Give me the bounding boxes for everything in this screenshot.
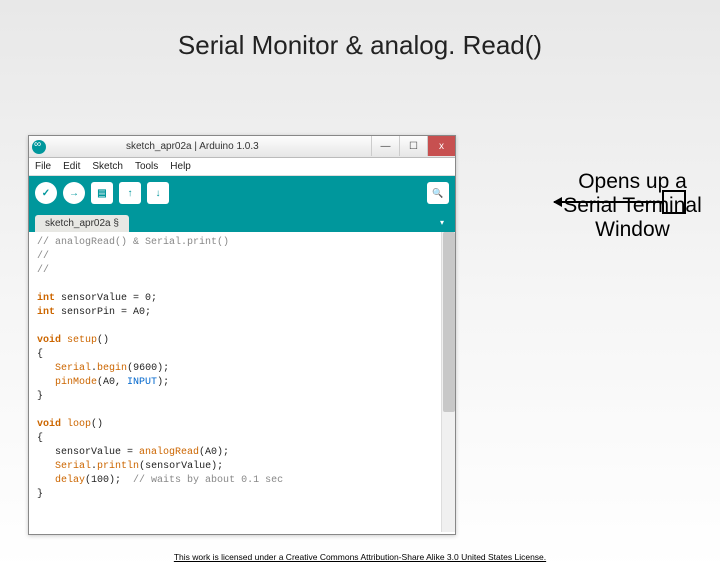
title-bar: sketch_apr02a | Arduino 1.0.3 — ☐ x	[29, 136, 455, 158]
arduino-logo-icon	[32, 140, 46, 154]
magnifier-icon: 🔍	[432, 188, 443, 199]
scroll-thumb[interactable]	[443, 232, 455, 412]
toolbar: ✓ → ▤ ↑ ↓ 🔍	[29, 176, 455, 210]
menu-sketch[interactable]: Sketch	[92, 161, 123, 172]
minimize-button[interactable]: —	[371, 136, 399, 156]
window-title: sketch_apr02a | Arduino 1.0.3	[126, 141, 259, 152]
page-title: Serial Monitor & analog. Read()	[0, 30, 720, 61]
menu-tools[interactable]: Tools	[135, 161, 158, 172]
menu-bar: File Edit Sketch Tools Help	[29, 158, 455, 176]
sketch-tab[interactable]: sketch_apr02a §	[35, 215, 129, 232]
menu-file[interactable]: File	[35, 161, 51, 172]
verify-button[interactable]: ✓	[35, 182, 57, 204]
file-icon: ▤	[97, 188, 106, 199]
serial-monitor-button[interactable]: 🔍	[427, 182, 449, 204]
save-button[interactable]: ↓	[147, 182, 169, 204]
menu-edit[interactable]: Edit	[63, 161, 80, 172]
tab-menu-button[interactable]: ▾	[435, 215, 449, 229]
close-button[interactable]: x	[427, 136, 455, 156]
open-button[interactable]: ↑	[119, 182, 141, 204]
arrow-right-icon: →	[69, 188, 79, 199]
new-button[interactable]: ▤	[91, 182, 113, 204]
arrow-down-icon: ↓	[156, 188, 161, 199]
maximize-button[interactable]: ☐	[399, 136, 427, 156]
tab-bar: sketch_apr02a § ▾	[29, 210, 455, 232]
arrow-up-icon: ↑	[128, 188, 133, 199]
arduino-ide-window: sketch_apr02a | Arduino 1.0.3 — ☐ x File…	[28, 135, 456, 535]
vertical-scrollbar[interactable]	[441, 232, 455, 532]
code-text: // analogRead() & Serial.print() // // i…	[29, 232, 455, 506]
license-footer: This work is licensed under a Creative C…	[0, 552, 720, 562]
code-editor[interactable]: // analogRead() & Serial.print() // // i…	[29, 232, 455, 532]
menu-help[interactable]: Help	[170, 161, 191, 172]
check-icon: ✓	[42, 188, 50, 199]
upload-button[interactable]: →	[63, 182, 85, 204]
callout-label: Opens up a Serial Terminal Window	[555, 170, 710, 242]
chevron-down-icon: ▾	[440, 218, 444, 227]
